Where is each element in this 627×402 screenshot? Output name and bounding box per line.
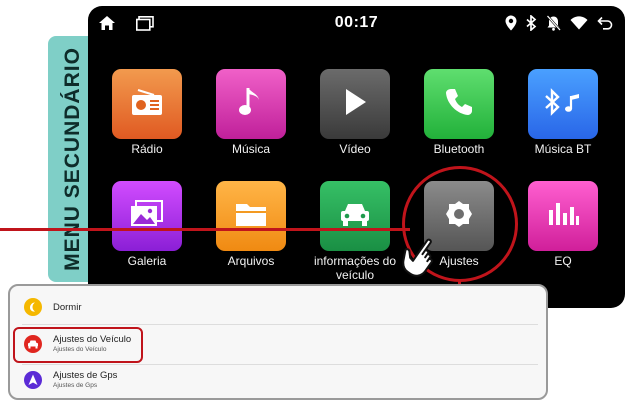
app-musica[interactable]: Música (206, 69, 296, 156)
bluetooth-icon (526, 14, 537, 36)
wifi-icon (570, 16, 588, 35)
ajustes-veiculo-highlight (13, 327, 143, 363)
app-video[interactable]: Vídeo (310, 69, 400, 156)
app-label: informações do (313, 254, 397, 268)
app-label: Galeria (127, 254, 167, 268)
menu-item-title: Dormir (53, 301, 82, 313)
menu-item-subtitle: Ajustes de Gps (53, 382, 98, 389)
menu-item-title: Ajustes de Gps (53, 370, 118, 381)
menu-item-dormir[interactable]: Dormir (24, 298, 82, 316)
app-label: Música (231, 142, 270, 156)
app-label: EQ (554, 254, 572, 268)
app-bluetooth[interactable]: Bluetooth (414, 69, 504, 156)
app-galeria[interactable]: Galeria (102, 181, 192, 268)
app-vehicle-info[interactable]: informações do veículo (310, 181, 400, 282)
radio-icon (130, 87, 164, 122)
bluetooth-music-icon (543, 87, 583, 122)
notifications-off-icon (546, 15, 561, 36)
navigation-icon (24, 370, 42, 389)
music-note-icon (238, 85, 264, 124)
app-label: Bluetooth (433, 142, 485, 156)
back-icon[interactable] (597, 16, 613, 35)
play-icon (341, 87, 369, 122)
secondary-menu-label: MENU SECUNDÁRIO (61, 47, 84, 271)
pointing-hand-icon (400, 236, 442, 285)
divider (22, 364, 538, 365)
status-bar: 00:17 (88, 6, 625, 42)
location-icon (505, 15, 517, 36)
app-label: Rádio (131, 142, 163, 156)
equalizer-icon (546, 201, 580, 232)
app-label: Música BT (534, 142, 592, 156)
callout-line-left (0, 228, 410, 231)
app-label: Arquivos (227, 254, 275, 268)
moon-icon (24, 298, 42, 316)
app-radio[interactable]: Rádio (102, 69, 192, 156)
app-arquivos[interactable]: Arquivos (206, 181, 296, 268)
app-label: Vídeo (339, 142, 371, 156)
head-unit-screen: 00:17 Rádio Música Vídeo Bluetooth Músic… (88, 6, 625, 308)
phone-icon (443, 86, 475, 123)
app-label-line2: veículo (335, 268, 375, 282)
app-musica-bt[interactable]: Música BT (518, 69, 608, 156)
menu-item-ajustes-gps[interactable]: Ajustes de Gps Ajustes de Gps (24, 370, 117, 389)
divider (22, 324, 538, 325)
app-eq[interactable]: EQ (518, 181, 608, 268)
